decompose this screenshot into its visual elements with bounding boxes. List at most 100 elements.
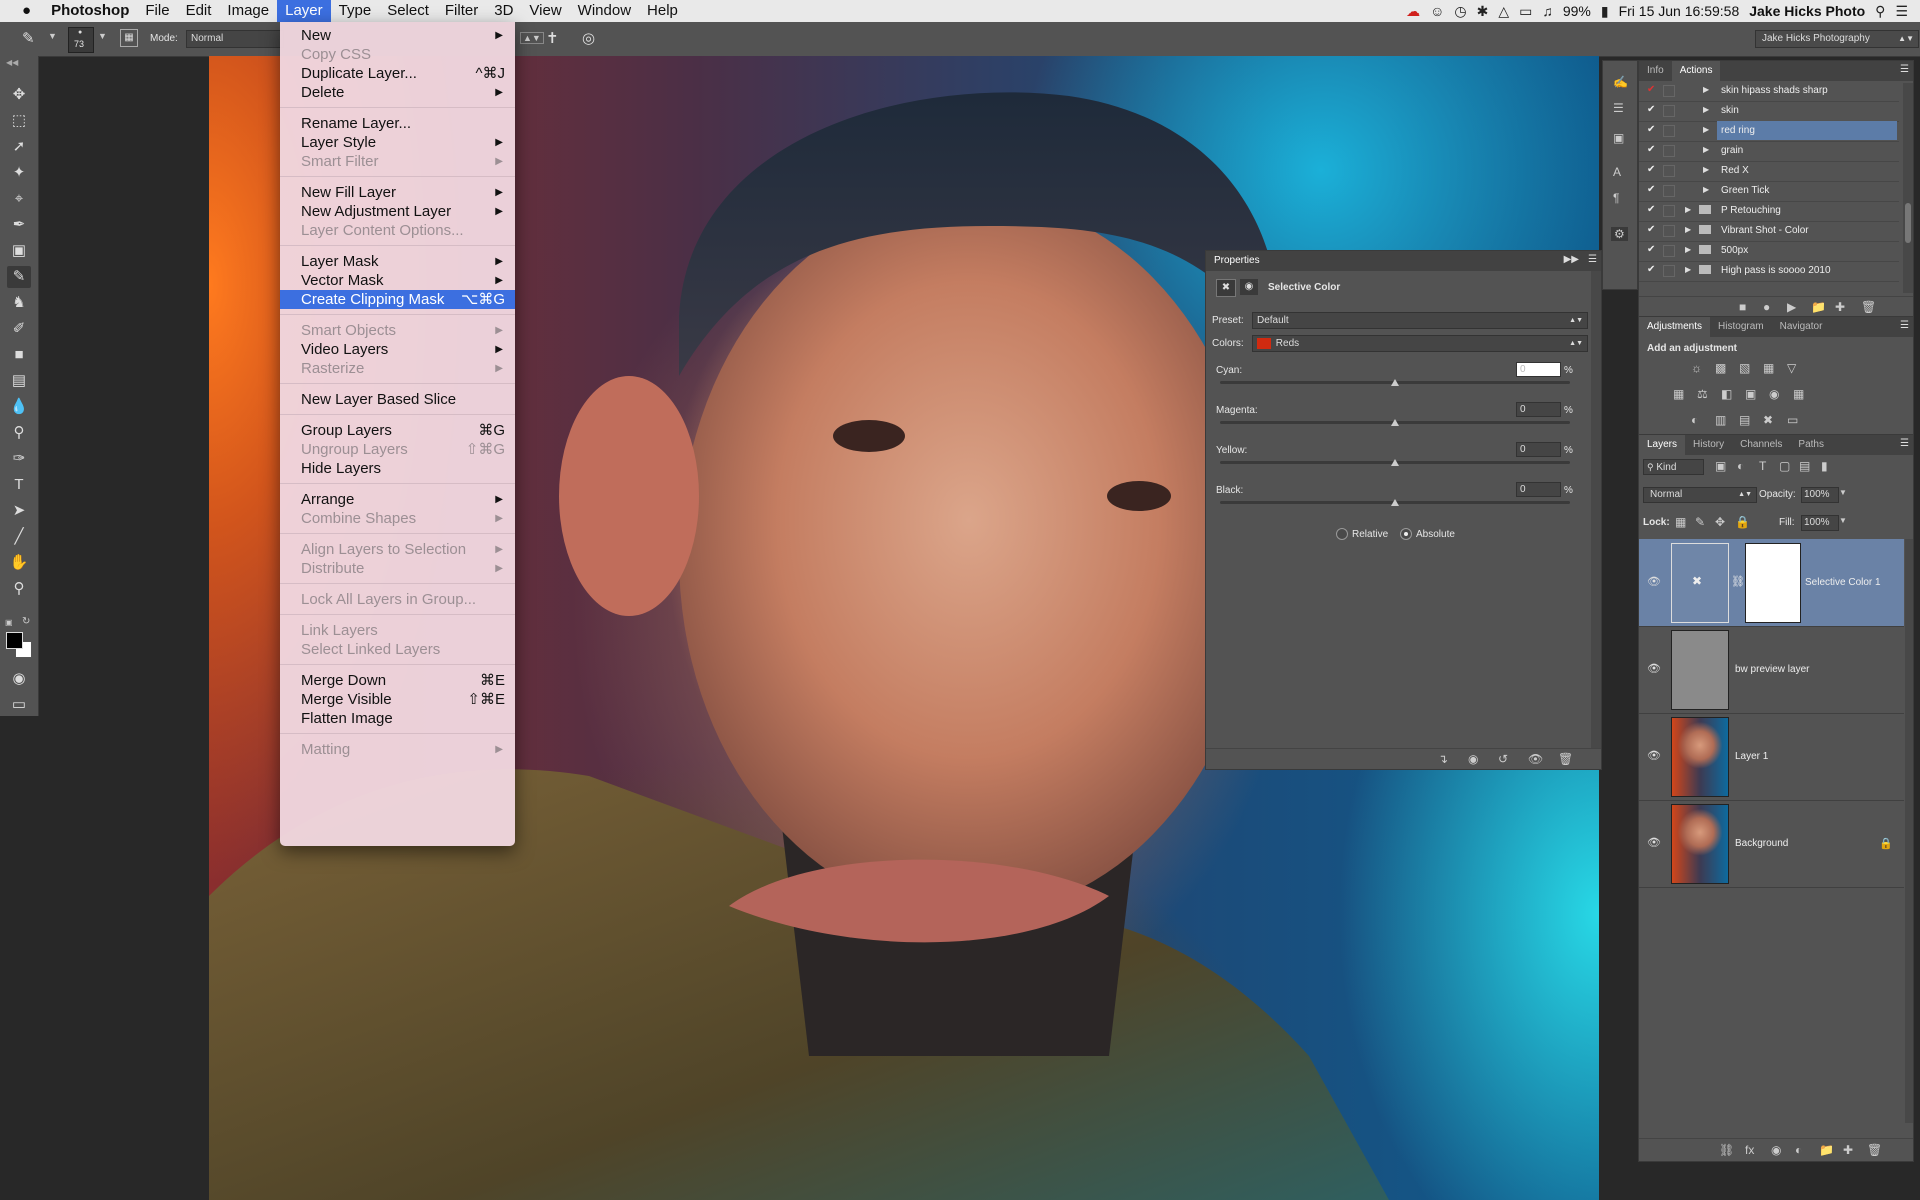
delete-adjustment-icon[interactable]: 🗑 (1558, 752, 1573, 766)
mode-select[interactable]: Normal (186, 30, 284, 48)
blend-mode-select[interactable]: Normal ▲▼ (1643, 487, 1757, 503)
expand-triangle-icon[interactable]: ▶ (1685, 225, 1691, 234)
type-tool-icon[interactable]: T (7, 474, 31, 496)
tab-history[interactable]: History (1685, 435, 1732, 455)
dodge-tool-icon[interactable]: ⚲ (7, 422, 31, 444)
healing-brush-tool-icon[interactable]: ▣ (7, 240, 31, 262)
brush-tool-icon[interactable]: ✎ (7, 266, 31, 288)
tab-channels[interactable]: Channels (1732, 435, 1790, 455)
actions-scrollbar[interactable] (1903, 83, 1913, 293)
visibility-eye-icon[interactable]: 👁 (1647, 836, 1661, 849)
tab-paths[interactable]: Paths (1790, 435, 1832, 455)
menu-item-vector-mask[interactable]: Vector Mask ▶ (280, 271, 515, 290)
user-name[interactable]: Jake Hicks Photo (1749, 3, 1865, 19)
menu-item-new-fill-layer[interactable]: New Fill Layer ▶ (280, 183, 515, 202)
layer-row[interactable]: 👁 Background 🔒 (1639, 800, 1904, 888)
brush-settings-icon[interactable]: ☰ (1613, 101, 1624, 115)
new-group-icon[interactable]: 📁 (1819, 1143, 1834, 1157)
channel-mixer-icon[interactable]: ◉ (1769, 387, 1779, 401)
slider-thumb[interactable] (1391, 419, 1399, 426)
link-layers-icon[interactable]: ⛓ (1719, 1143, 1734, 1157)
new-action-icon[interactable]: ✚ (1835, 300, 1845, 314)
gradient-tool-icon[interactable]: ▤ (7, 370, 31, 392)
mask-link-icon[interactable]: ⛓ (1731, 575, 1745, 588)
tab-layers[interactable]: Layers (1639, 435, 1686, 455)
menu-item-layer-mask[interactable]: Layer Mask ▶ (280, 252, 515, 271)
brush-tool-icon[interactable]: ✎ (22, 29, 35, 47)
preset-select[interactable]: Default ▲▼ (1252, 312, 1588, 329)
action-item[interactable]: ✔ ▶ skin hipass shads sharp (1639, 81, 1899, 102)
threshold-icon[interactable]: ▤ (1739, 413, 1750, 427)
collapse-panel-icon[interactable]: ▶▶ (1564, 254, 1579, 265)
expand-triangle-icon[interactable]: ▶ (1703, 165, 1709, 174)
menu-view[interactable]: View (521, 0, 569, 22)
apple-menu-icon[interactable]: ● (0, 0, 43, 22)
battery-icon[interactable]: ▮ (1601, 3, 1609, 20)
menu-filter[interactable]: Filter (437, 0, 486, 22)
wifi-icon[interactable]: △ (1498, 3, 1509, 20)
new-set-icon[interactable]: 📁 (1811, 300, 1826, 314)
menu-item-new-layer-based-slice[interactable]: New Layer Based Slice (280, 390, 515, 409)
layers-scrollbar[interactable] (1905, 539, 1913, 1123)
menu-item-duplicate-layer[interactable]: Duplicate Layer... ^⌘J (280, 64, 515, 83)
opacity-chevron-icon[interactable]: ▼ (1839, 488, 1847, 497)
paragraph-panel-icon[interactable]: ¶ (1613, 191, 1619, 205)
delete-action-icon[interactable]: 🗑 (1861, 300, 1876, 314)
panel-menu-icon[interactable]: ☰ (1900, 64, 1909, 75)
expand-triangle-icon[interactable]: ▶ (1703, 105, 1709, 114)
action-item[interactable]: ✔ ▶ P Retouching (1639, 201, 1899, 222)
action-toggle-check-icon[interactable]: ✔ (1647, 124, 1655, 135)
slider-thumb[interactable] (1391, 379, 1399, 386)
airbrush-icon[interactable]: ✝ (546, 29, 559, 47)
properties-panel-icon[interactable]: ⚙ (1611, 227, 1628, 241)
creative-cloud-icon[interactable]: ☁ (1406, 3, 1420, 20)
history-panel-icon[interactable]: ✍ (1613, 75, 1628, 89)
view-previous-state-icon[interactable]: ◉ (1468, 752, 1478, 766)
selective-color-icon[interactable]: ✖ (1763, 413, 1773, 427)
posterize-icon[interactable]: ▥ (1715, 413, 1726, 427)
expand-triangle-icon[interactable]: ▶ (1703, 185, 1709, 194)
invert-icon[interactable]: ◐ (1691, 413, 1698, 427)
slider-value-field[interactable]: 0 (1516, 482, 1561, 497)
expand-triangle-icon[interactable]: ▶ (1703, 125, 1709, 134)
layer-row[interactable]: 👁 bw preview layer (1639, 626, 1904, 714)
menu-image[interactable]: Image (219, 0, 277, 22)
quick-mask-icon[interactable]: ◉ (7, 668, 31, 690)
gradient-map-icon[interactable]: ▭ (1787, 413, 1798, 427)
tab-info[interactable]: Info (1639, 61, 1672, 81)
tab-adjustments[interactable]: Adjustments (1639, 317, 1711, 337)
layer-mask-thumbnail[interactable] (1745, 543, 1801, 623)
expand-triangle-icon[interactable]: ▶ (1685, 265, 1691, 274)
lock-transparency-icon[interactable]: ▦ (1675, 515, 1686, 529)
delete-layer-icon[interactable]: 🗑 (1867, 1143, 1882, 1157)
menu-edit[interactable]: Edit (178, 0, 220, 22)
exposure-icon[interactable]: ▦ (1763, 361, 1774, 375)
dialog-toggle-icon[interactable] (1663, 225, 1675, 237)
absolute-radio[interactable] (1400, 528, 1412, 540)
fill-field[interactable]: 100% (1801, 515, 1839, 531)
airplay-icon[interactable]: ▭ (1519, 3, 1532, 20)
action-item[interactable]: ✔ ▶ grain (1639, 141, 1899, 162)
properties-menu-icon[interactable]: ☰ (1588, 254, 1597, 265)
pressure-opacity-icon[interactable]: ◎ (582, 29, 595, 47)
layers-menu-icon[interactable]: ☰ (1900, 438, 1909, 449)
magic-wand-tool-icon[interactable]: ✦ (7, 162, 31, 184)
action-toggle-check-icon[interactable]: ✔ (1647, 144, 1655, 155)
new-layer-icon[interactable]: ✚ (1843, 1143, 1853, 1157)
new-adjustment-layer-icon[interactable]: ◐ (1795, 1143, 1802, 1157)
dialog-toggle-icon[interactable] (1663, 105, 1675, 117)
action-item[interactable]: ✔ ▶ Green Tick (1639, 181, 1899, 202)
color-lookup-icon[interactable]: ▦ (1793, 387, 1804, 401)
notification-center-icon[interactable]: ☰ (1895, 3, 1908, 20)
actions-scroll-thumb[interactable] (1905, 203, 1911, 243)
expand-triangle-icon[interactable]: ▶ (1685, 205, 1691, 214)
dialog-toggle-icon[interactable] (1663, 165, 1675, 177)
bluetooth-icon[interactable]: ✱ (1477, 3, 1489, 20)
menu-item-new[interactable]: New ▶ (280, 26, 515, 45)
menu-3d[interactable]: 3D (486, 0, 521, 22)
visibility-eye-icon[interactable]: 👁 (1647, 662, 1661, 675)
crop-tool-icon[interactable]: ⌖ (7, 188, 31, 210)
lock-position-icon[interactable]: ✥ (1715, 515, 1725, 529)
default-colors-icon[interactable]: ▣ (5, 618, 13, 627)
slider-value-field[interactable]: 0 (1516, 362, 1561, 377)
